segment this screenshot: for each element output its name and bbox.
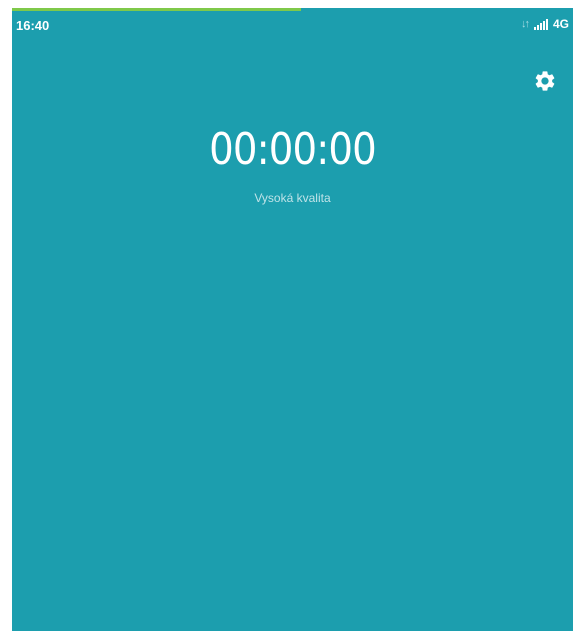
status-time: 16:40 (16, 18, 50, 33)
data-activity-icon: ↓↑ (520, 18, 530, 30)
gear-icon (535, 71, 555, 91)
network-type: 4G (552, 17, 569, 31)
recorder-screen: 16:40 ↓↑ 4G 00:00:00 Vysoká kvalita (12, 8, 573, 631)
recording-timer: 00:00:00 (209, 124, 377, 175)
settings-button[interactable] (530, 66, 560, 96)
quality-label: Vysoká kvalita (254, 191, 331, 205)
signal-icon (533, 18, 548, 30)
status-indicators: ↓↑ 4G (521, 17, 569, 31)
status-bar: 16:40 ↓↑ 4G (12, 8, 573, 38)
